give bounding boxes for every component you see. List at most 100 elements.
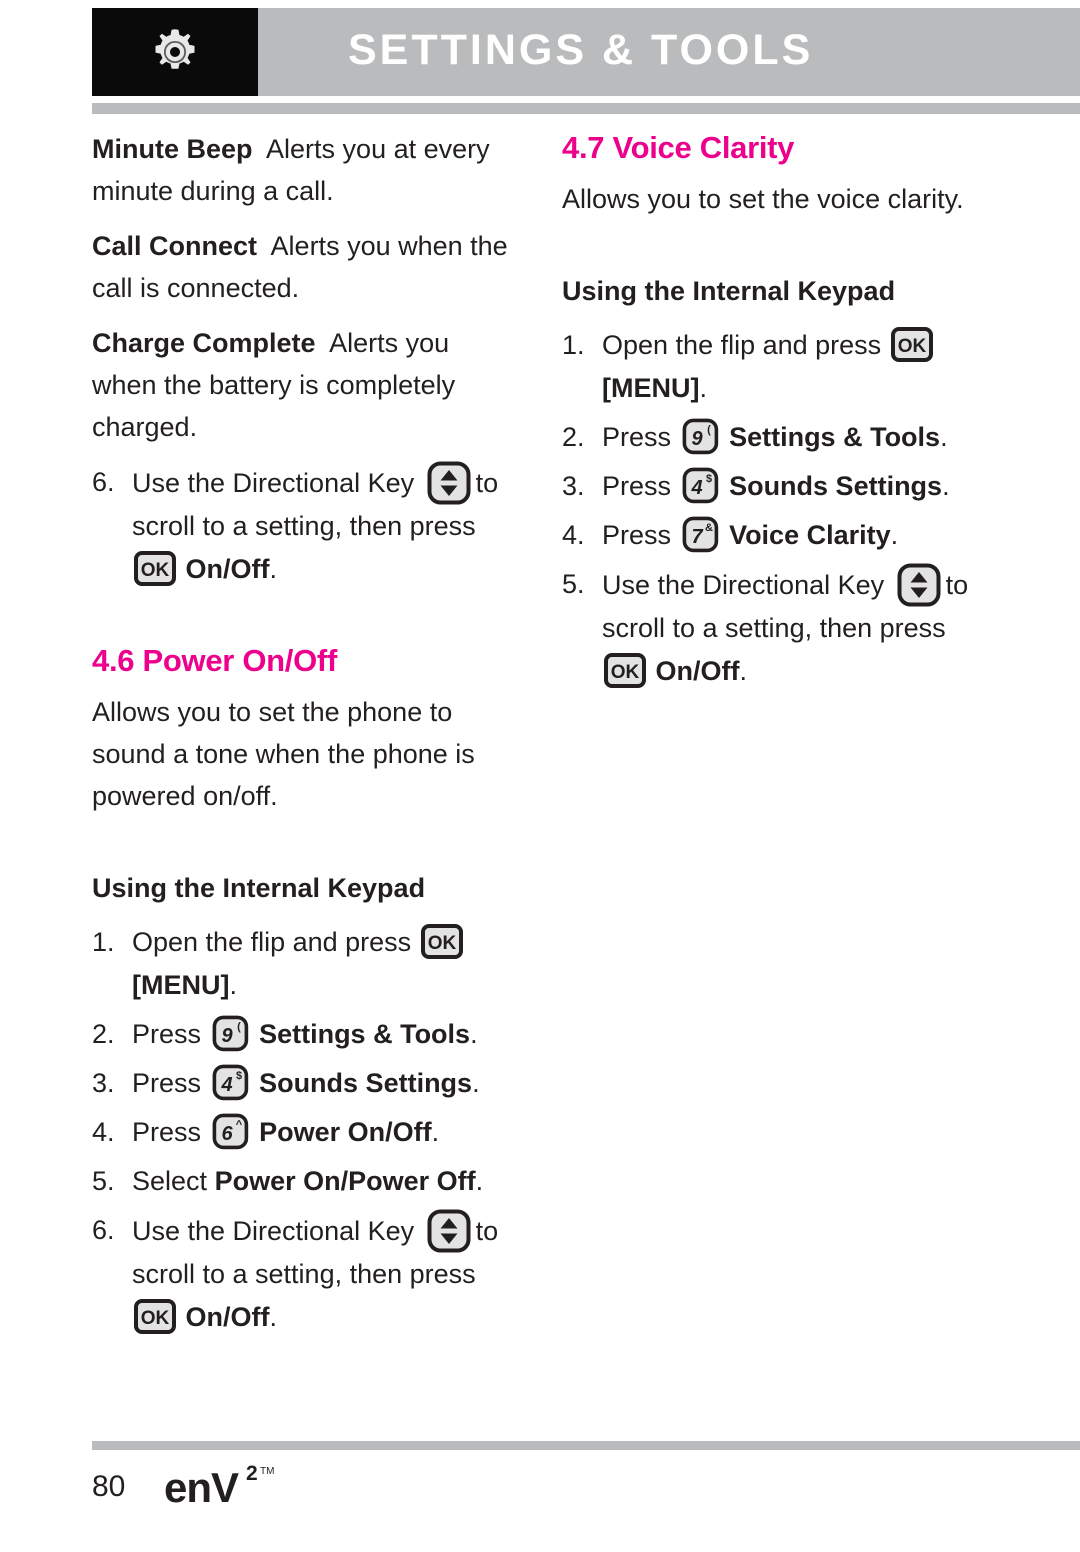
definition-charge-complete: Charge Complete Alerts you when the batt… (92, 322, 512, 448)
brand-logo: enV 2 TM (164, 1462, 294, 1514)
digit-key-label: 9 (221, 1025, 233, 1047)
step-period: . (269, 554, 278, 584)
step-period: . (890, 520, 899, 550)
step-item: 6. Use the Directional Key to scroll to a… (92, 461, 512, 591)
step-period: . (940, 422, 948, 452)
step-bold-tail: Settings & Tools (259, 1019, 471, 1049)
step-bold-tail: Settings & Tools (729, 422, 941, 452)
definition-term: Charge Complete (92, 328, 316, 358)
step-bold-tail: On/Off (185, 554, 270, 584)
step-period: . (472, 1068, 480, 1098)
header-rule (92, 103, 1080, 114)
step-period: . (470, 1019, 478, 1049)
step-text: Use the Directional Key (132, 1216, 415, 1246)
digit-key-icon[interactable]: 7 & (682, 516, 719, 553)
footer-rule (92, 1441, 1080, 1450)
step-bold-tail: Power On/Off (259, 1117, 432, 1147)
step-item: 3. Press 4 $ Sounds Settings. (92, 1062, 512, 1105)
step-bold-tail: On/Off (655, 656, 740, 686)
directional-key-icon[interactable] (427, 461, 471, 505)
step-period: . (269, 1302, 278, 1332)
step-number: 6. (92, 1215, 115, 1245)
digit-key-icon[interactable]: 9 ( (212, 1015, 249, 1052)
ok-key-icon[interactable]: OK (134, 551, 176, 586)
digit-key-icon[interactable]: 6 ^ (212, 1113, 249, 1150)
digit-key-superscript: ( (707, 424, 711, 436)
step-text: Press (132, 1019, 202, 1049)
svg-text:OK: OK (611, 662, 640, 683)
digit-key-superscript: & (705, 522, 713, 534)
ok-key-icon[interactable]: OK (890, 327, 933, 362)
step-period: . (229, 970, 237, 1000)
step-text: Press (602, 422, 672, 452)
step-text: Press (602, 471, 672, 501)
step-period: . (699, 373, 707, 403)
directional-key-icon[interactable] (427, 1209, 471, 1253)
step-item: 4. Press 7 & Voice Clarity. (562, 514, 982, 557)
digit-key-icon[interactable]: 4 $ (682, 467, 719, 504)
step-number: 5. (562, 569, 585, 599)
digit-key-superscript: ^ (235, 1119, 242, 1131)
definition-term: Minute Beep (92, 134, 253, 164)
step-bold-tail: Sounds Settings (259, 1068, 473, 1098)
step-item: 5. Use the Directional Key to scroll to a… (562, 563, 982, 693)
digit-key-superscript: ( (237, 1021, 241, 1033)
step-item: 3. Press 4 $ Sounds Settings. (562, 465, 982, 508)
step-text: Open the flip and press (602, 330, 882, 360)
step-period: . (739, 656, 748, 686)
step-period: . (431, 1117, 440, 1147)
step-item: 6. Use the Directional Key to scroll to a… (92, 1209, 512, 1339)
definition-minute-beep: Minute Beep Alerts you at every minute d… (92, 128, 512, 212)
section-intro: Allows you to set the voice clarity. (562, 184, 964, 214)
digit-key-label: 6 (221, 1123, 233, 1145)
digit-key-icon[interactable]: 4 $ (212, 1064, 249, 1101)
section-intro: Allows you to set the phone to sound a t… (92, 697, 475, 811)
step-text: Press (602, 520, 672, 550)
step-number: 1. (92, 927, 115, 957)
ok-key-icon[interactable]: OK (420, 924, 463, 959)
step-number: 2. (92, 1019, 115, 1049)
step-item: 2. Press 9 ( Settings & Tools. (92, 1013, 512, 1056)
svg-text:OK: OK (141, 1308, 170, 1329)
step-number: 1. (562, 330, 585, 360)
step-number: 5. (92, 1166, 115, 1196)
right-column: 4.7 Voice Clarity Allows you to set the … (562, 128, 982, 699)
step-number: 6. (92, 467, 115, 497)
step-bold-tail: Sounds Settings (729, 471, 943, 501)
step-number: 4. (562, 520, 585, 550)
subheading-using-internal-keypad: Using the Internal Keypad (92, 873, 426, 903)
digit-key-icon[interactable]: 9 ( (682, 418, 719, 455)
directional-key-icon[interactable] (897, 563, 941, 607)
section-heading-4-6: 4.6 Power On/Off (92, 643, 337, 678)
step-bold-tail: [MENU] (602, 373, 700, 403)
svg-text:OK: OK (897, 336, 926, 357)
digit-key-label: 9 (691, 428, 703, 450)
svg-text:OK: OK (427, 933, 456, 954)
ok-key-icon[interactable]: OK (134, 1299, 176, 1334)
step-bold-tail: Power On/Power Off (214, 1166, 476, 1196)
step-number: 3. (92, 1068, 115, 1098)
ok-key-icon[interactable]: OK (604, 653, 646, 688)
step-bold-tail: On/Off (185, 1302, 270, 1332)
step-bold-tail: [MENU] (132, 970, 230, 1000)
step-number: 3. (562, 471, 585, 501)
step-number: 2. (562, 422, 585, 452)
brand-superscript: 2 (246, 1462, 258, 1485)
brand-trademark: TM (260, 1466, 274, 1477)
svg-text:OK: OK (141, 560, 170, 581)
page-title: SETTINGS & TOOLS (348, 26, 814, 74)
gear-icon (155, 29, 195, 69)
definition-call-connect: Call Connect Alerts you when the call is… (92, 225, 512, 309)
step-text: Open the flip and press (132, 927, 412, 957)
step-text: Press (132, 1068, 202, 1098)
step-text: Use the Directional Key (602, 570, 885, 600)
page-number: 80 (92, 1470, 126, 1503)
digit-key-label: 4 (690, 477, 702, 499)
step-period: . (942, 471, 950, 501)
left-column: Minute Beep Alerts you at every minute d… (92, 128, 512, 1345)
header-icon-box (92, 8, 258, 96)
step-item: 2. Press 9 ( Settings & Tools. (562, 416, 982, 459)
digit-key-label: 7 (691, 526, 703, 548)
step-number: 4. (92, 1117, 115, 1147)
step-text: Press (132, 1117, 202, 1147)
